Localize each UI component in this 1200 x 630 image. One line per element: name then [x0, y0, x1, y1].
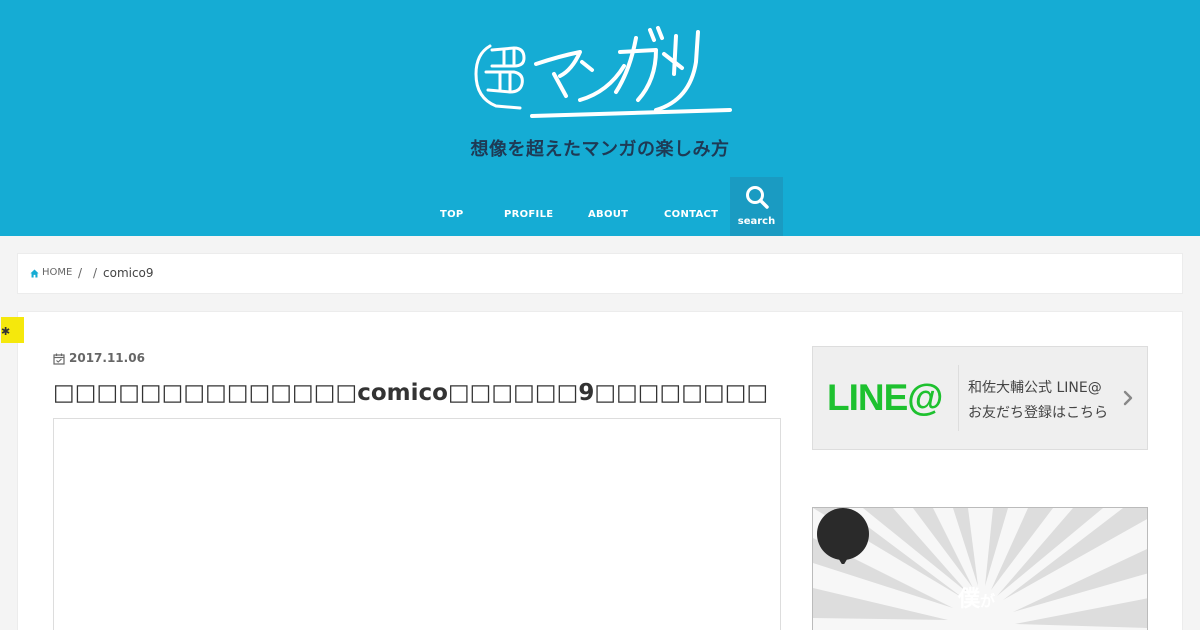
pin-icon: ✱	[1, 325, 11, 338]
site-header: 想像を超えたマンガの楽しみ方 TOP PROFILE ABOUT CONTACT…	[0, 0, 1200, 236]
site-logo[interactable]	[468, 14, 738, 124]
embedded-content-frame[interactable]	[53, 418, 781, 630]
breadcrumb: HOME / / comico9	[17, 253, 1183, 294]
promo-bubble-text: 僕が	[958, 587, 996, 612]
logotype	[530, 26, 732, 118]
site-tagline: 想像を超えたマンガの楽しみ方	[470, 139, 730, 160]
home-icon	[30, 269, 39, 278]
nav-about[interactable]: ABOUT	[588, 209, 628, 220]
breadcrumb-current: comico9	[103, 266, 154, 280]
speech-bubble-icon	[817, 508, 869, 564]
line-banner-title: 和佐大輔公式 LINE@	[968, 380, 1102, 396]
breadcrumb-separator: /	[78, 266, 83, 280]
main-nav: TOP PROFILE ABOUT CONTACT search	[0, 177, 1200, 236]
search-button[interactable]: search	[730, 177, 783, 236]
calendar-icon	[53, 353, 65, 365]
breadcrumb-home[interactable]: HOME	[42, 267, 72, 278]
nav-contact[interactable]: CONTACT	[664, 209, 718, 220]
manga-promo-banner[interactable]: 僕が	[812, 507, 1148, 630]
post-date: 2017.11.06	[69, 351, 145, 365]
category-ribbon: ✱	[1, 317, 24, 343]
nav-profile[interactable]: PROFILE	[504, 209, 553, 220]
line-logo: LINE@	[827, 377, 943, 418]
chevron-right-icon	[1123, 390, 1133, 406]
line-banner-subtitle: お友だち登録はこちら	[968, 405, 1108, 421]
nav-top[interactable]: TOP	[440, 209, 464, 220]
search-icon	[746, 186, 769, 209]
breadcrumb-separator: /	[93, 266, 98, 280]
search-label: search	[737, 216, 776, 227]
mouth-icon	[474, 44, 526, 110]
line-at-banner[interactable]: LINE@ 和佐大輔公式 LINE@ お友だち登録はこちら	[812, 346, 1148, 450]
divider	[958, 365, 959, 431]
post-title: □□□□□□□□□□□□□□comico□□□□□□9□□□□□□□□	[53, 380, 769, 406]
